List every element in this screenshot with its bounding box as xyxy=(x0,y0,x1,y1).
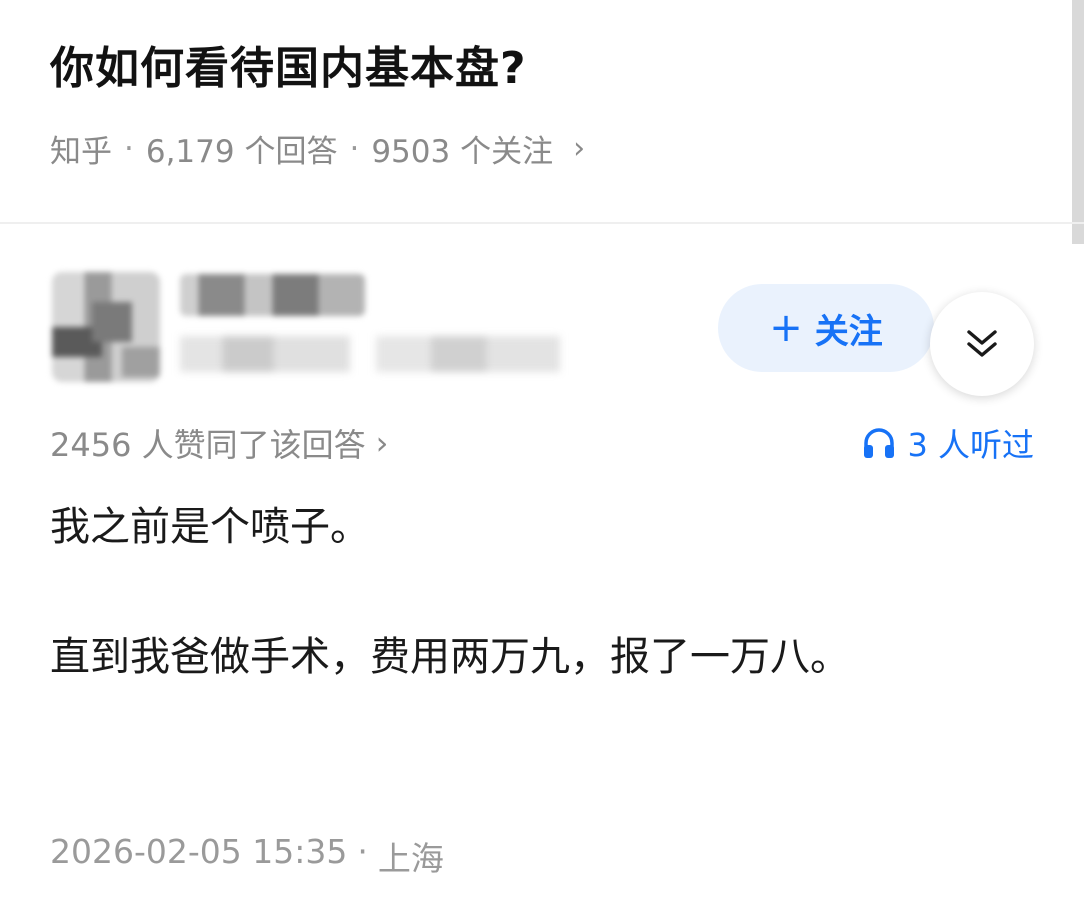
author-bio-blurred xyxy=(180,336,350,372)
avatar[interactable] xyxy=(52,272,160,382)
answer-timestamp: 2026-02-05 15:35 · 上海 xyxy=(50,832,444,880)
answer-paragraph: 我之前是个喷子。 xyxy=(50,504,370,550)
question-meta[interactable]: 知乎 · 6,179 个回答 · 9503 个关注 › xyxy=(50,126,585,171)
answer-paragraph: 直到我爸做手术，费用两万九，报了一万八。 xyxy=(50,634,850,680)
collapse-button[interactable] xyxy=(930,292,1034,396)
separator-dot: · xyxy=(124,130,134,167)
answer-page: 你如何看待国内基本盘? 知乎 · 6,179 个回答 · 9503 个关注 › … xyxy=(0,0,1084,922)
source-label: 知乎 xyxy=(50,134,112,170)
plus-icon: + xyxy=(769,305,803,351)
answers-count: 6,179 个回答 xyxy=(145,134,338,170)
scrollbar[interactable] xyxy=(1072,0,1084,244)
listen-button[interactable]: 3 人听过 xyxy=(861,420,1034,466)
follow-label: 关注 xyxy=(814,311,883,352)
follow-button[interactable]: + 关注 xyxy=(718,284,934,372)
headphones-icon xyxy=(864,428,895,458)
question-title[interactable]: 你如何看待国内基本盘? xyxy=(50,32,527,96)
vote-text: 2456 人赞同了该回答 xyxy=(50,426,366,464)
chevron-right-icon: › xyxy=(573,131,586,166)
listen-text: 3 人听过 xyxy=(907,426,1034,464)
double-chevron-down-icon xyxy=(967,330,997,357)
header-divider xyxy=(0,222,1084,224)
separator-dot: · xyxy=(357,832,368,871)
chevron-right-icon: › xyxy=(375,424,389,462)
followers-count: 9503 个关注 xyxy=(371,134,554,170)
separator-dot: · xyxy=(349,130,360,167)
timestamp: 2026-02-05 15:35 xyxy=(50,832,348,871)
vote-summary[interactable]: 2456 人赞同了该回答 › xyxy=(50,420,388,466)
author-bio-blurred xyxy=(376,336,560,372)
location: 上海 xyxy=(377,839,444,878)
author-name-blurred[interactable] xyxy=(180,274,365,316)
